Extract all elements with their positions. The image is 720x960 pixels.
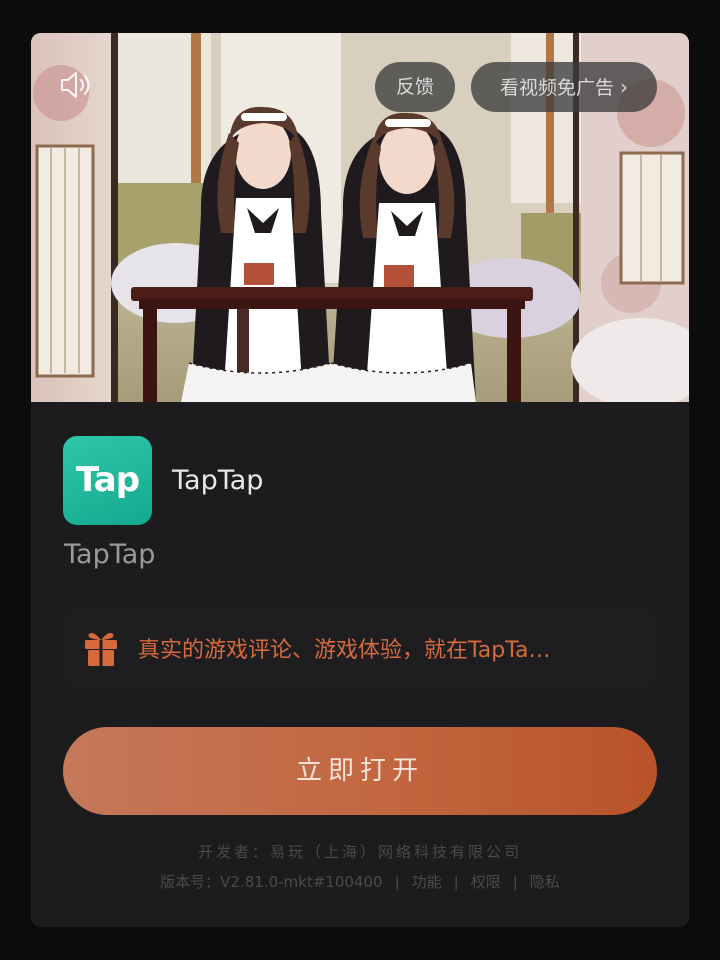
developer-info: 开发者：易玩（上海）网络科技有限公司 [197, 843, 522, 861]
version-info: 版本号：V2.81.0-mkt#100400 [160, 873, 383, 891]
permissions-link[interactable]: 权限 [471, 873, 501, 891]
app-subtitle: TapTap [64, 539, 156, 570]
gift-icon [85, 632, 117, 666]
video-preview[interactable]: 反馈 看视频免广告 › [31, 33, 689, 402]
promo-text: 真实的游戏评论、游戏体验，就在TapTa… [138, 638, 551, 663]
open-now-label: 立即打开 [295, 756, 424, 786]
promo-banner[interactable]: 真实的游戏评论、游戏体验，就在TapTa… [64, 609, 656, 687]
skip-ad-label: 看视频免广告 [499, 77, 614, 99]
feedback-button[interactable]: 反馈 [375, 62, 455, 112]
app-logo-icon: Tap [63, 435, 152, 525]
version-links-row: 版本号：V2.81.0-mkt#100400 | 功能 | 权限 | 隐私 [160, 873, 560, 891]
app-info-row: Tap TapTap [63, 435, 263, 525]
ad-card: 反馈 看视频免广告 › Tap TapTap TapTap 真实的游戏评论、游戏体… [31, 33, 689, 927]
open-now-button[interactable]: 立即打开 [63, 727, 657, 815]
app-name: TapTap [172, 464, 264, 496]
feedback-label: 反馈 [395, 76, 434, 98]
chevron-right-icon: › [620, 75, 628, 99]
speaker-icon [61, 72, 90, 98]
privacy-link[interactable]: 隐私 [530, 873, 560, 891]
watch-video-skip-ad-button[interactable]: 看视频免广告 › [471, 62, 657, 112]
mute-button[interactable] [59, 69, 95, 101]
app-logo-text: Tap [75, 460, 140, 500]
features-link[interactable]: 功能 [412, 873, 442, 891]
